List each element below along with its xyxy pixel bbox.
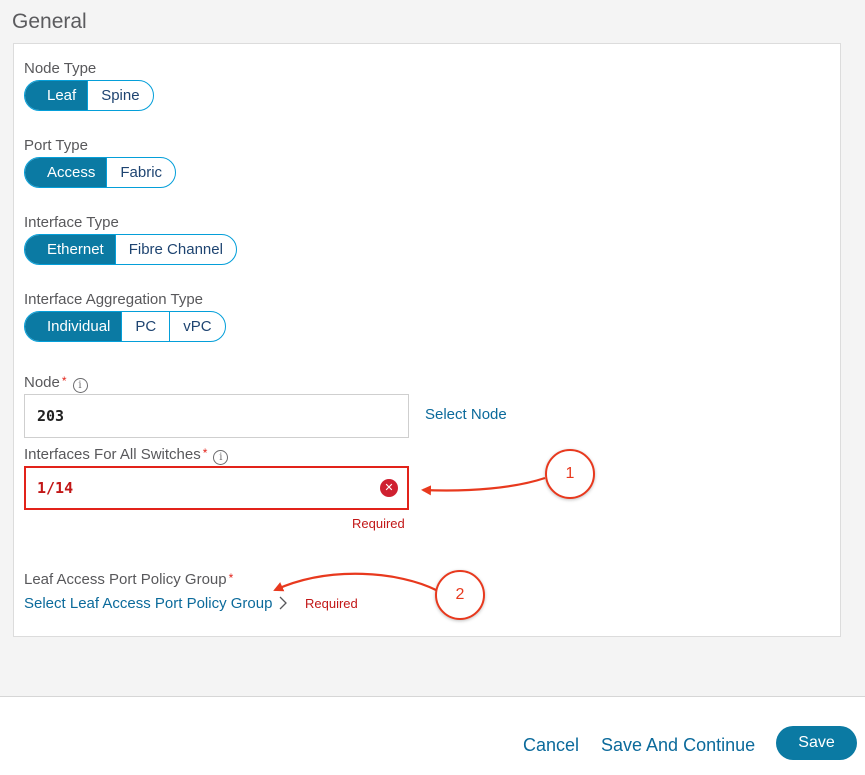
aggregation-individual[interactable]: Individual (25, 312, 122, 341)
node-type-label: Node Type (24, 60, 97, 77)
select-policy-group-link[interactable]: Select Leaf Access Port Policy Group (24, 595, 288, 612)
port-type-label: Port Type (24, 137, 88, 154)
node-type-toggle: Leaf Spine (24, 80, 154, 111)
annotation-marker-2: 2 (435, 570, 485, 620)
port-type-access[interactable]: Access (25, 158, 107, 187)
policy-group-label: Leaf Access Port Policy Group * (24, 571, 233, 588)
required-marker: * (61, 374, 67, 388)
save-button[interactable]: Save (776, 726, 857, 760)
cancel-button[interactable]: Cancel (523, 735, 579, 756)
aggregation-vpc[interactable]: vPC (169, 312, 224, 341)
aggregation-pc[interactable]: PC (121, 312, 169, 341)
policy-group-label-text: Leaf Access Port Policy Group (24, 571, 227, 588)
node-type-leaf[interactable]: Leaf (25, 81, 88, 110)
interface-type-fibre-channel[interactable]: Fibre Channel (114, 235, 236, 264)
required-marker: * (202, 446, 208, 460)
section-title: General (12, 10, 87, 33)
select-node-link[interactable]: Select Node (425, 406, 507, 423)
annotation-marker-1: 1 (545, 449, 595, 499)
interface-type-label: Interface Type (24, 214, 119, 231)
aggregation-type-toggle: Individual PC vPC (24, 311, 226, 342)
interface-type-ethernet[interactable]: Ethernet (25, 235, 115, 264)
node-type-spine[interactable]: Spine (87, 81, 152, 110)
interface-type-toggle: Ethernet Fibre Channel (24, 234, 237, 265)
port-type-toggle: Access Fabric (24, 157, 177, 188)
required-marker: * (228, 571, 234, 585)
save-and-continue-button[interactable]: Save And Continue (601, 735, 755, 756)
info-icon[interactable]: i (72, 378, 88, 393)
node-label-text: Node (24, 374, 60, 391)
chevron-right-icon (279, 596, 287, 610)
select-policy-group-text: Select Leaf Access Port Policy Group (24, 595, 273, 612)
interfaces-input[interactable]: 1/14 ✕ (24, 466, 409, 510)
port-type-fabric[interactable]: Fabric (106, 158, 175, 187)
aggregation-type-label: Interface Aggregation Type (24, 291, 204, 308)
info-icon[interactable]: i (213, 450, 229, 465)
interfaces-input-value: 1/14 (37, 479, 74, 497)
node-label: Node * i (24, 374, 88, 393)
interfaces-label: Interfaces For All Switches * i (24, 446, 229, 465)
node-input[interactable]: 203 (24, 394, 409, 438)
clear-icon[interactable]: ✕ (380, 479, 398, 497)
interfaces-label-text: Interfaces For All Switches (24, 446, 201, 463)
interfaces-error: Required (352, 516, 405, 531)
policy-group-error: Required (305, 596, 358, 611)
